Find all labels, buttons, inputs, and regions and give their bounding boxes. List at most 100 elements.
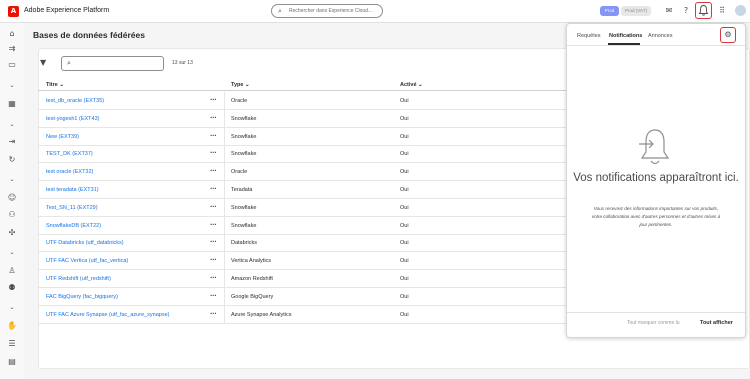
more-actions-icon[interactable]: ··· xyxy=(210,237,217,246)
empty-state-title: Vos notifications apparaîtront ici. xyxy=(573,172,739,184)
column-divider xyxy=(224,181,225,198)
chevron-down-icon[interactable]: ⌄ xyxy=(6,247,18,258)
more-actions-icon[interactable]: ··· xyxy=(210,131,217,140)
feedback-icon[interactable]: ✉ xyxy=(663,5,675,17)
column-divider xyxy=(224,252,225,270)
table-row[interactable]: UTF FAC Vertica (utf_fac_vertica) ··· Vert… xyxy=(38,252,568,271)
identity-icon[interactable]: ✣ xyxy=(6,227,18,238)
sandbox-switcher[interactable]: Prod (VA7) xyxy=(621,6,651,16)
table-row[interactable]: test teradata (EXT31) ··· Teradata Oui xyxy=(38,181,568,199)
table-row[interactable]: TEST_DK (EXT37) ··· Snowflake Oui xyxy=(38,145,568,164)
adobe-logo-icon[interactable]: A xyxy=(8,6,19,17)
table-search-input[interactable]: ⌕ xyxy=(61,56,164,71)
column-divider xyxy=(224,216,225,234)
database-title-link[interactable]: test-yogesh1 (EXT43) xyxy=(46,116,100,122)
database-type: Vertica Analytics xyxy=(231,258,272,265)
result-count: 13 sur 13 xyxy=(172,60,193,66)
table-row[interactable]: New (EXT39) ··· Snowflake Oui xyxy=(38,127,568,146)
database-type: Teradata xyxy=(231,187,253,193)
chevron-down-icon[interactable]: ⌄ xyxy=(6,80,18,91)
import-icon[interactable]: ⇥ xyxy=(6,136,18,147)
more-actions-icon[interactable]: ··· xyxy=(210,113,217,122)
tabs-divider xyxy=(567,45,745,46)
more-actions-icon[interactable]: ··· xyxy=(210,255,217,264)
table-row[interactable]: UTF FAC Azure Synapse (utf_fac_azure_syn… xyxy=(38,305,568,324)
hand-icon[interactable]: ✋ xyxy=(6,320,18,331)
database-title-link[interactable]: FAC BigQuery (fac_bigquery) xyxy=(46,294,118,300)
tab-requests[interactable]: Requêtes xyxy=(577,33,601,39)
table-row[interactable]: SnowflakeDB (EXT22) ··· Snowflake Oui xyxy=(38,216,568,235)
table-header: Titre ⌄ Type ⌄ Activé ⌄ xyxy=(38,79,568,91)
database-title-link[interactable]: UTF FAC Vertica (utf_fac_vertica) xyxy=(46,258,128,264)
home-icon[interactable]: ⌂ xyxy=(6,28,18,39)
more-actions-icon[interactable]: ··· xyxy=(210,166,217,175)
more-actions-icon[interactable]: ··· xyxy=(210,95,217,104)
database-active: Oui xyxy=(400,276,409,282)
database-title-link[interactable]: TEST_DK (EXT37) xyxy=(46,151,93,157)
table-row[interactable]: FAC BigQuery (fac_bigquery) ··· Google Big… xyxy=(38,287,568,306)
chevron-down-icon[interactable]: ⌄ xyxy=(6,302,18,313)
list-icon[interactable]: ☰ xyxy=(6,338,18,349)
database-title-link[interactable]: UTF Databricks (utf_databricks) xyxy=(46,240,124,246)
database-active: Oui xyxy=(400,151,409,158)
group-icon[interactable]: ⚉ xyxy=(6,282,18,293)
filter-icon[interactable]: ▼ xyxy=(40,58,46,67)
database-title-link[interactable]: SnowflakeDB (EXT22) xyxy=(46,223,101,229)
chevron-down-icon[interactable]: ⌄ xyxy=(6,119,18,130)
database-type: Snowflake xyxy=(231,222,257,229)
avatar[interactable] xyxy=(735,5,746,16)
apps-grid-icon[interactable]: ⠿ xyxy=(716,5,728,17)
column-divider xyxy=(224,198,225,216)
dashboard-icon[interactable]: ▦ xyxy=(6,98,18,109)
show-all-button[interactable]: Tout afficher xyxy=(700,320,733,326)
more-actions-icon[interactable]: ··· xyxy=(210,309,217,318)
more-actions-icon[interactable]: ··· xyxy=(210,273,217,282)
data-icon[interactable]: ▤ xyxy=(6,356,18,367)
table-row[interactable]: UTF Redshift (utf_redshift) ··· Amazon Red… xyxy=(38,270,568,288)
table-row[interactable]: test-yogesh1 (EXT43) ··· Snowflake Oui xyxy=(38,109,568,128)
column-divider xyxy=(224,127,225,145)
database-title-link[interactable]: test oracle (EXT32) xyxy=(46,169,93,175)
tab-notifications[interactable]: Notifications xyxy=(609,33,642,39)
table-row[interactable]: test oracle (EXT32) ··· Oracle Oui xyxy=(38,163,568,182)
database-title-link[interactable]: test_db_oracle (EXT35) xyxy=(46,98,104,104)
refresh-icon[interactable]: ↻ xyxy=(6,154,18,165)
column-header-title[interactable]: Titre ⌄ xyxy=(46,82,64,88)
arrows-icon[interactable]: ⇉ xyxy=(6,43,18,54)
notifications-button[interactable] xyxy=(695,2,712,19)
global-search-input[interactable]: ⌕ Rechercher dans Experience Cloud... xyxy=(271,4,383,18)
column-header-active[interactable]: Activé ⌄ xyxy=(400,82,423,88)
app-title[interactable]: Adobe Experience Platform xyxy=(24,7,109,14)
browse-icon[interactable]: ▭ xyxy=(6,59,18,70)
database-title-link[interactable]: Test_SN_11 (EXT29) xyxy=(46,205,98,211)
person-icon[interactable]: ♙ xyxy=(6,265,18,276)
more-actions-icon[interactable]: ··· xyxy=(210,291,217,300)
prod-badge[interactable]: Prod xyxy=(600,6,619,16)
notification-settings-button[interactable]: ⚙ xyxy=(720,27,736,43)
database-type: Oracle xyxy=(231,169,248,176)
table-row[interactable]: Test_SN_11 (EXT29) ··· Snowflake Oui xyxy=(38,198,568,217)
column-header-type[interactable]: Type ⌄ xyxy=(231,82,250,88)
mark-all-read-button[interactable]: Tout marquer comme lu xyxy=(627,320,680,326)
tab-announcements[interactable]: Annonces xyxy=(648,33,672,39)
database-active: Oui xyxy=(400,187,409,193)
table-row[interactable]: UTF Databricks (utf_databricks) ··· Databr… xyxy=(38,234,568,253)
more-actions-icon[interactable]: ··· xyxy=(210,220,217,229)
database-active: Oui xyxy=(400,98,409,104)
chevron-down-icon[interactable]: ⌄ xyxy=(6,174,18,185)
segments-icon[interactable]: ⚇ xyxy=(6,209,18,220)
database-title-link[interactable]: UTF FAC Azure Synapse (utf_fac_azure_syn… xyxy=(46,312,170,318)
bell-icon xyxy=(698,5,709,16)
table-row[interactable]: test_db_oracle (EXT35) ··· Oracle Oui xyxy=(38,92,568,110)
profile-icon[interactable]: ☺ xyxy=(6,192,18,203)
panel-footer-divider xyxy=(567,312,745,313)
database-active: Oui xyxy=(400,115,409,122)
more-actions-icon[interactable]: ··· xyxy=(210,148,217,157)
help-icon[interactable]: ? xyxy=(680,5,692,17)
empty-state-description: Vous recevrez des informations important… xyxy=(591,206,721,227)
database-title-link[interactable]: New (EXT39) xyxy=(46,134,79,140)
database-title-link[interactable]: test teradata (EXT31) xyxy=(46,187,99,193)
database-title-link[interactable]: UTF Redshift (utf_redshift) xyxy=(46,276,111,282)
more-actions-icon[interactable]: ··· xyxy=(210,184,217,193)
more-actions-icon[interactable]: ··· xyxy=(210,202,217,211)
